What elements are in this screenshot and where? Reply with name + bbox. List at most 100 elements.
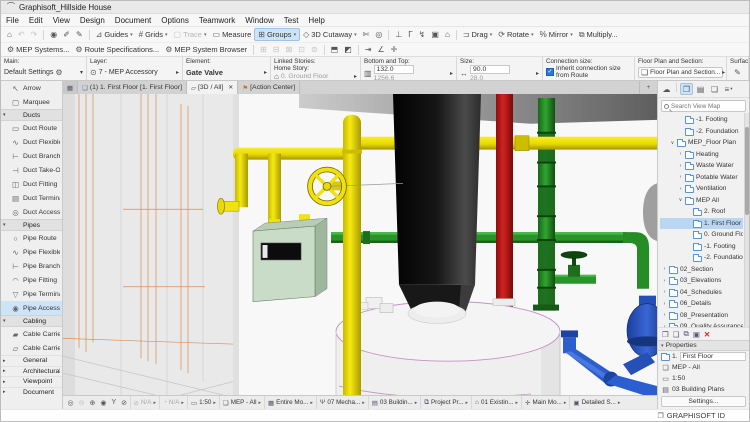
- mep-system-browser-button[interactable]: ⚙ MEP System Browser ▾: [162, 44, 250, 55]
- walk-icon[interactable]: Y: [109, 399, 119, 406]
- qo-pen-set[interactable]: Ψ 07 Mecha... ▸: [316, 396, 368, 409]
- view-map-tab[interactable]: ❐ ▾: [680, 83, 693, 95]
- group-edit-4-button[interactable]: ⊡ ▾: [295, 44, 308, 55]
- folder-potable-water[interactable]: › Potable Water: [660, 172, 743, 184]
- tree-expand-icon[interactable]: ›: [662, 324, 667, 327]
- trace-button[interactable]: ▢ Trace ▾: [171, 29, 210, 40]
- inject-parameters-button[interactable]: ✎ ▾: [73, 29, 86, 40]
- view-2-foundation[interactable]: -2. Foundation: [660, 252, 743, 264]
- edit-selection-button[interactable]: ◩ ▾: [341, 44, 355, 55]
- tool-cable-carrier-2[interactable]: ▱ Cable Carrier...: [1, 341, 62, 355]
- cutaway-off-icon[interactable]: ⊘: [119, 399, 130, 407]
- undo-button[interactable]: ↶ ▾: [15, 29, 28, 40]
- tool-duct-branch[interactable]: ⊢ Duct Branch: [1, 149, 62, 163]
- qo-dimension-style[interactable]: ✛ Main Mo... ▸: [521, 396, 569, 409]
- resize-button[interactable]: ✛ ▾: [388, 44, 401, 55]
- scissors-button[interactable]: ✄ ▾: [360, 29, 373, 40]
- zoom-out-icon[interactable]: ⊖: [76, 399, 87, 407]
- publisher-tab[interactable]: ❏ ▾: [708, 83, 721, 95]
- delete-button[interactable]: ✕: [704, 330, 710, 339]
- tree-expand-icon[interactable]: ›: [662, 266, 667, 272]
- tree-expand-icon[interactable]: ›: [662, 278, 667, 284]
- grids-button[interactable]: # Grids ▾: [136, 29, 171, 40]
- group-cabling[interactable]: ▾ Cabling: [1, 315, 62, 327]
- home-story-value[interactable]: 0. Ground Floor: [281, 73, 329, 80]
- tree-expand-icon[interactable]: ›: [678, 186, 683, 192]
- qo-partial-structure[interactable]: ◔ N/A ▸: [159, 396, 187, 409]
- menu-item[interactable]: Window: [240, 16, 278, 25]
- folder-03-elevations[interactable]: › 03_Elevations: [660, 275, 743, 287]
- group-pipes[interactable]: ▾ Pipes: [1, 219, 62, 231]
- prop-pen-set[interactable]: ▤ 03 Building Plans: [658, 384, 749, 395]
- folder-waste-water[interactable]: › Waste Water: [660, 160, 743, 172]
- group-viewpoint[interactable]: ▸ Viewpoint: [1, 376, 62, 387]
- zoom-tool-button[interactable]: ◎ ▾: [372, 29, 385, 40]
- default-settings-label[interactable]: Default Settings: [4, 69, 53, 76]
- prop-view-name[interactable]: 1. First Floor: [658, 351, 749, 362]
- gas-meter[interactable]: [253, 218, 327, 301]
- layout-book-tab[interactable]: ▤ ▾: [694, 83, 707, 95]
- green-pipe-vertical[interactable]: [537, 98, 556, 311]
- navigator-menu-button[interactable]: ≡ ▾: [722, 83, 735, 95]
- new-folder-button[interactable]: ❐: [662, 330, 669, 339]
- surface-paint-icon[interactable]: ✎: [734, 68, 741, 77]
- group-architectural[interactable]: ▸ Architectural: [1, 366, 62, 377]
- chevron-right-icon[interactable]: ▸: [264, 69, 267, 76]
- orient-button[interactable]: Γ ▾: [405, 29, 415, 40]
- fit-in-window-button[interactable]: ⊥ ▾: [392, 29, 405, 40]
- group-edit-3-button[interactable]: ⊠ ▾: [283, 44, 296, 55]
- view-1-footing[interactable]: -1. Footing: [660, 241, 743, 253]
- folder-heating[interactable]: › Heating: [660, 149, 743, 161]
- tool-pipe-branch[interactable]: ⊢ Pipe Branch: [1, 259, 62, 273]
- scrollbar-thumb[interactable]: [745, 127, 749, 215]
- tool-duct-takeoff[interactable]: ⊣ Duct Take-Off: [1, 163, 62, 177]
- group-edit-5-button[interactable]: ⊜ ▾: [308, 44, 321, 55]
- chevron-right-icon[interactable]: ▸: [450, 70, 453, 77]
- layouts-button[interactable]: ▣ ▾: [428, 29, 442, 40]
- view-settings-button[interactable]: ▣: [693, 330, 700, 339]
- chevron-right-icon[interactable]: ▸: [536, 70, 539, 77]
- tree-expand-icon[interactable]: ›: [662, 312, 667, 318]
- graphisoft-id-label[interactable]: GRAPHISOFT ID: [667, 411, 725, 420]
- folder-02-section[interactable]: › 02_Section: [660, 264, 743, 276]
- properties-header[interactable]: ▾ Properties: [658, 340, 749, 351]
- tool-pipe-route[interactable]: ○ Pipe Route: [1, 231, 62, 245]
- view-neg1-footing[interactable]: -1. Footing: [660, 114, 743, 126]
- flue-cylinder[interactable]: [393, 94, 481, 314]
- tool-pipe-flexible[interactable]: ∿ Pipe Flexible Se...: [1, 245, 62, 259]
- home-view-button[interactable]: ⌂ ▾: [442, 29, 453, 40]
- tool-pipe-fitting[interactable]: ◠ Pipe Fitting: [1, 273, 62, 287]
- mirror-button[interactable]: % Mirror ▾: [537, 29, 576, 40]
- save-current-view-button[interactable]: ❏: [673, 330, 680, 339]
- drag-button[interactable]: ⊐ Drag ▾: [460, 29, 495, 40]
- route-specifications-button[interactable]: ⚙ Route Specifications... ▾: [72, 44, 162, 55]
- menu-item[interactable]: Edit: [24, 16, 48, 25]
- view-neg2-foundation[interactable]: -2. Foundation: [660, 126, 743, 138]
- view-1-first-floor[interactable]: 1. First Floor: [660, 218, 743, 230]
- clone-folder-button[interactable]: ⧉: [683, 329, 688, 339]
- chevron-down-icon[interactable]: ▾: [80, 69, 83, 76]
- zoom-in-icon[interactable]: ⊕: [87, 399, 98, 407]
- tool-duct-flexible[interactable]: ∿ Duct Flexible S...: [1, 135, 62, 149]
- folder-09-quality-assurance[interactable]: › 09_Quality Assurance: [660, 321, 743, 327]
- red-pipe[interactable]: [496, 94, 513, 307]
- explore-button[interactable]: ↯ ▾: [416, 29, 429, 40]
- folder-04-schedules[interactable]: › 04_Schedules: [660, 287, 743, 299]
- tool-duct-accessory[interactable]: ◎ Duct Accessory: [1, 205, 62, 219]
- group-general[interactable]: ▸ General: [1, 355, 62, 366]
- angle-button[interactable]: ∠ ▾: [375, 44, 388, 55]
- rotate-button[interactable]: ⟳ Rotate ▾: [495, 29, 536, 40]
- guides-button[interactable]: ⊿ Guides ▾: [93, 29, 136, 40]
- element-type-value[interactable]: Gate Valve: [186, 68, 223, 77]
- stretch-button[interactable]: ⇥ ▾: [362, 44, 375, 55]
- property-value-input[interactable]: First Floor: [680, 352, 746, 361]
- tree-expand-icon[interactable]: ›: [662, 301, 667, 307]
- settings-button[interactable]: Settings...: [661, 396, 746, 407]
- left-wall[interactable]: [63, 94, 239, 395]
- tool-pipe-accessory[interactable]: ◉ Pipe Accessory: [1, 301, 62, 315]
- tab-close-icon[interactable]: ✕: [228, 84, 233, 91]
- menu-item[interactable]: View: [48, 16, 75, 25]
- group-ducts[interactable]: ▾ Ducts: [1, 109, 62, 121]
- home-button[interactable]: ⌂ ▾: [4, 29, 15, 40]
- menu-item[interactable]: Teamwork: [194, 16, 240, 25]
